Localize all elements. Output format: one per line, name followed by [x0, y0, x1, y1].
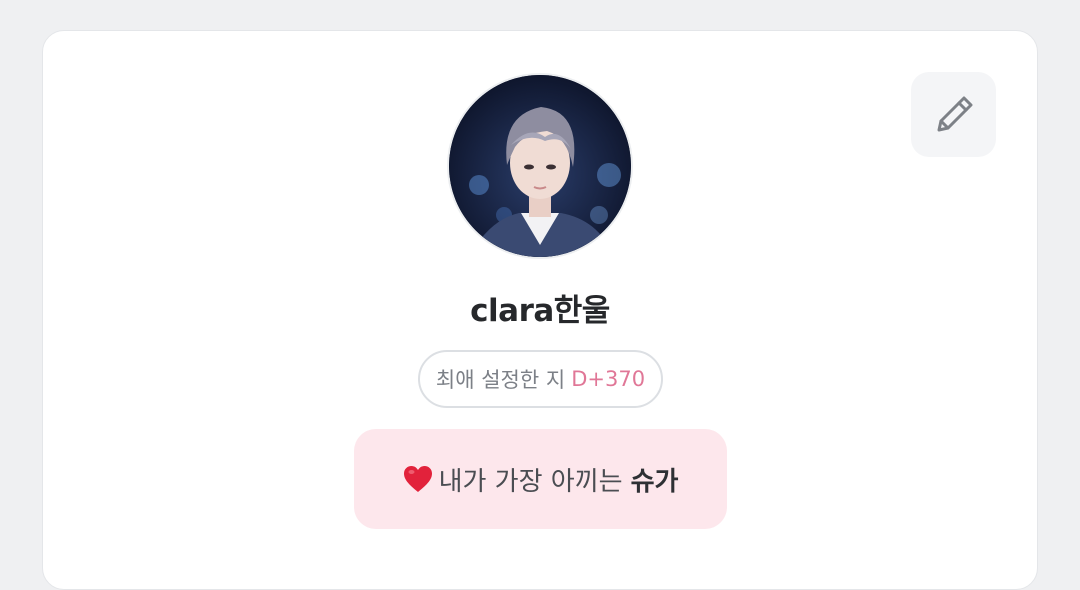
heart-icon	[403, 466, 432, 492]
dday-label: 최애 설정한 지	[435, 368, 566, 392]
dday-value: D+370	[571, 367, 646, 391]
bias-name: 슈가	[630, 466, 679, 497]
avatar-image	[449, 75, 631, 257]
dday-badge: 최애 설정한 지 D+370	[418, 350, 663, 408]
avatar[interactable]	[447, 73, 633, 259]
username: clara한울	[470, 293, 610, 329]
edit-profile-button[interactable]	[911, 72, 996, 157]
pencil-icon	[937, 96, 972, 131]
bias-box[interactable]: 내가 가장 아끼는 슈가	[354, 429, 727, 529]
bias-label: 내가 가장 아끼는	[438, 466, 623, 497]
